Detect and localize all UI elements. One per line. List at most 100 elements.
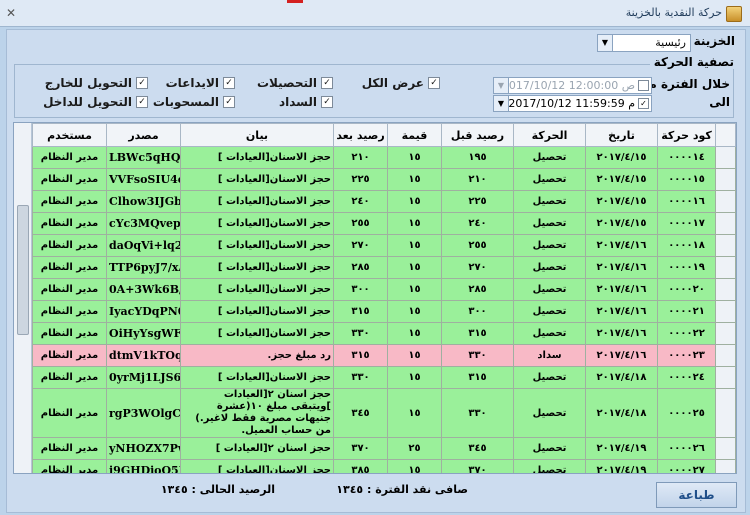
table-cell: حجز اسنان ٢[العيادات ]ويتبقى مبلغ ١٠(عشر…	[180, 388, 334, 438]
row-selector[interactable]	[715, 366, 736, 389]
table-row[interactable]: ٠٠٠٠٢٧ ٢٠١٧/٤/١٩ تحصيل ٣٧٠ ١٥ ٣٨٥ حجز الاسنان[…	[32, 459, 736, 473]
row-selector[interactable]	[715, 190, 736, 213]
table-cell: ١٥	[387, 344, 442, 367]
table-cell: dtmV1kTOq4	[106, 344, 181, 367]
table-row[interactable]: ٠٠٠٠١٧ ٢٠١٧/٤/١٥ تحصيل ٢٤٠ ١٥ ٢٥٥ حجز الاسنان[…	[32, 212, 736, 235]
checkbox-show-all[interactable]: ✓ عرض الكل	[362, 76, 440, 90]
filter-title: تصفية الحركة	[649, 55, 738, 69]
table-cell: ٣٣٠	[333, 366, 388, 389]
table-row[interactable]: ٠٠٠٠٢٢ ٢٠١٧/٤/١٦ تحصيل ٣١٥ ١٥ ٣٣٠ حجز الاسنان[…	[32, 322, 736, 345]
table-row[interactable]: ٠٠٠٠٢٦ ٢٠١٧/٤/١٩ تحصيل ٣٤٥ ٢٥ ٣٧٠ حجز اسنان ٢[…	[32, 437, 736, 460]
table-cell: ٢٠١٧/٤/١٩	[585, 459, 658, 473]
column-header[interactable]: مستخدم	[32, 123, 107, 147]
table-cell: ٠٠٠٠١٥	[657, 168, 716, 191]
table-cell: ٠٠٠٠١٨	[657, 234, 716, 257]
checkbox-box[interactable]: ✓	[638, 98, 649, 109]
checkbox-box[interactable]: ✓	[321, 96, 333, 108]
period-to-value: 2017/10/12 11:59:59 م	[508, 97, 635, 110]
table-cell: تحصيل	[513, 388, 586, 438]
row-selector[interactable]	[715, 459, 736, 473]
table-cell: VVFsoSIU4o	[106, 168, 181, 191]
table-row[interactable]: ٠٠٠٠٢١ ٢٠١٧/٤/١٦ تحصيل ٣٠٠ ١٥ ٣١٥ حجز الاسنان[…	[32, 300, 736, 323]
checkbox-box[interactable]: ✓	[428, 77, 440, 89]
table-cell: حجز الاسنان[العيادات ]	[180, 234, 334, 257]
chevron-down-icon[interactable]: ▼	[598, 35, 613, 51]
table-row[interactable]: ٠٠٠٠٢٤ ٢٠١٧/٤/١٨ تحصيل ٣١٥ ١٥ ٣٣٠ حجز الاسنان[…	[32, 366, 736, 389]
table-cell: ٣١٥	[333, 344, 388, 367]
chevron-down-icon[interactable]: ▼	[494, 78, 509, 93]
table-row[interactable]: ٠٠٠٠١٨ ٢٠١٧/٤/١٦ تحصيل ٢٥٥ ١٥ ٢٧٠ حجز الاسنان[…	[32, 234, 736, 257]
table-cell: ٢١٠	[333, 146, 388, 169]
period-to-picker[interactable]: ✓ 2017/10/12 11:59:59 م ▼	[493, 95, 652, 112]
checkbox-transfer-out[interactable]: ✓ التحويل للخارج	[45, 76, 148, 90]
table-cell: ٢٠١٧/٤/١٦	[585, 300, 658, 323]
table-cell: تحصيل	[513, 459, 586, 473]
checkbox-box[interactable]: ✓	[321, 77, 333, 89]
table-cell: ٠٠٠٠٢٦	[657, 437, 716, 460]
table-cell: ٢٤٠	[441, 212, 514, 235]
column-header[interactable]: رصيد قبل	[441, 123, 514, 147]
table-cell: ٢٠١٧/٤/١٦	[585, 234, 658, 257]
table-cell: ٠٠٠٠٢٣	[657, 344, 716, 367]
table-cell: ٢٨٥	[333, 256, 388, 279]
row-selector[interactable]	[715, 212, 736, 235]
table-cell: yNHOZX7Pw	[106, 437, 181, 460]
column-header[interactable]: بيان	[180, 123, 334, 147]
table-row[interactable]: ٠٠٠٠٢٠ ٢٠١٧/٤/١٦ تحصيل ٢٨٥ ١٥ ٣٠٠ حجز الاسنان[…	[32, 278, 736, 301]
transactions-grid[interactable]: كود حركة تاريخ الحركة رصيد قبل قيمة رصيد…	[13, 122, 737, 474]
table-cell: تحصيل	[513, 322, 586, 345]
print-button[interactable]: طباعة	[656, 482, 737, 508]
row-selector[interactable]	[715, 437, 736, 460]
treasury-select[interactable]: رئيسية ▼	[597, 34, 691, 52]
column-header[interactable]: قيمة	[387, 123, 442, 147]
row-selector[interactable]	[715, 344, 736, 367]
table-row[interactable]: ٠٠٠٠٢٥ ٢٠١٧/٤/١٨ تحصيل ٣٣٠ ١٥ ٣٤٥ حجز اسنان ٢[…	[32, 388, 736, 438]
table-row[interactable]: ٠٠٠٠١٦ ٢٠١٧/٤/١٥ تحصيل ٢٢٥ ١٥ ٢٤٠ حجز الاسنان[…	[32, 190, 736, 213]
table-cell: ٠٠٠٠١٧	[657, 212, 716, 235]
row-selector[interactable]	[715, 388, 736, 438]
row-selector[interactable]	[715, 256, 736, 279]
row-selector[interactable]	[715, 168, 736, 191]
checkbox-box[interactable]	[638, 80, 649, 91]
column-header[interactable]: الحركة	[513, 123, 586, 147]
column-header[interactable]: رصيد بعد	[333, 123, 388, 147]
checkbox-withdrawals[interactable]: ✓ المسحوبات	[153, 95, 235, 109]
checkbox-collections[interactable]: ✓ التحصيلات	[257, 76, 333, 90]
table-cell: ١٥	[387, 146, 442, 169]
table-cell: ١٥	[387, 388, 442, 438]
checkbox-deposits[interactable]: ✓ الايداعات	[166, 76, 235, 90]
row-selector[interactable]	[715, 278, 736, 301]
scrollbar-thumb[interactable]	[17, 205, 29, 335]
chevron-down-icon[interactable]: ▼	[494, 96, 509, 111]
table-cell: تحصيل	[513, 256, 586, 279]
row-selector[interactable]	[715, 322, 736, 345]
table-cell: رد مبلغ حجز.	[180, 344, 334, 367]
table-cell: حجز الاسنان[العيادات ]	[180, 256, 334, 279]
checkbox-payment[interactable]: ✓ السداد	[279, 95, 333, 109]
table-cell: ٣٣٠	[441, 344, 514, 367]
table-cell: ١٩٥	[441, 146, 514, 169]
checkbox-label: السداد	[278, 95, 317, 109]
row-selector[interactable]	[715, 234, 736, 257]
taskbar-accent	[287, 0, 303, 3]
table-row[interactable]: ٠٠٠٠١٥ ٢٠١٧/٤/١٥ تحصيل ٢١٠ ١٥ ٢٢٥ حجز الاسنان[…	[32, 168, 736, 191]
row-selector[interactable]	[715, 146, 736, 169]
checkbox-box[interactable]: ✓	[136, 96, 148, 108]
column-header[interactable]: كود حركة	[657, 123, 716, 147]
checkbox-box[interactable]: ✓	[136, 77, 148, 89]
checkbox-box[interactable]: ✓	[223, 96, 235, 108]
vertical-scrollbar[interactable]	[14, 123, 32, 473]
table-row[interactable]: ٠٠٠٠٢٣ ٢٠١٧/٤/١٦ سداد ٣٣٠ ١٥ ٣١٥ رد مبلغ حجز. d…	[32, 344, 736, 367]
table-cell: ٢٢٥	[441, 190, 514, 213]
checkbox-transfer-in[interactable]: ✓ التحويل للداخل	[43, 95, 148, 109]
period-from-picker[interactable]: 2017/10/12 12:00:00 ص ▼	[493, 77, 652, 94]
table-row[interactable]: ٠٠٠٠١٤ ٢٠١٧/٤/١٥ تحصيل ١٩٥ ١٥ ٢١٠ حجز الاسنان[…	[32, 146, 736, 169]
column-header[interactable]: تاريخ	[585, 123, 658, 147]
checkbox-box[interactable]: ✓	[223, 77, 235, 89]
table-row[interactable]: ٠٠٠٠١٩ ٢٠١٧/٤/١٦ تحصيل ٢٧٠ ١٥ ٢٨٥ حجز الاسنان[…	[32, 256, 736, 279]
table-cell: ٢٠١٧/٤/١٦	[585, 256, 658, 279]
close-icon[interactable]: ✕	[4, 6, 18, 20]
row-selector[interactable]	[715, 300, 736, 323]
table-cell: حجز الاسنان[العيادات ]	[180, 146, 334, 169]
column-header[interactable]: مصدر	[106, 123, 181, 147]
